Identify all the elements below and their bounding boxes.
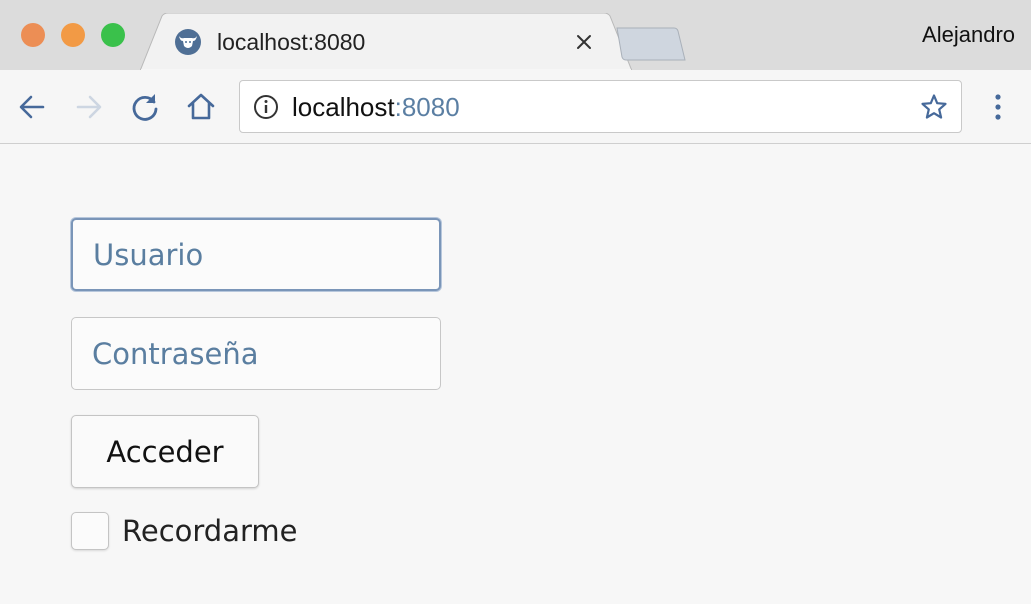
window-zoom-button[interactable] (101, 23, 125, 47)
password-input[interactable] (71, 317, 441, 390)
remember-me-checkbox[interactable] (71, 512, 109, 550)
arrow-right-icon (76, 95, 102, 119)
url-host: localhost (292, 92, 395, 122)
login-button[interactable]: Acceder (71, 415, 259, 488)
window-close-button[interactable] (21, 23, 45, 47)
new-tab-button[interactable] (616, 26, 686, 62)
profile-name[interactable]: Alejandro (922, 21, 1015, 49)
more-vertical-icon (995, 94, 1001, 120)
remember-me-label[interactable]: Recordarme (122, 514, 297, 548)
reload-button[interactable] (127, 89, 163, 125)
page-content: Acceder Recordarme (0, 145, 1031, 604)
close-icon[interactable] (572, 30, 596, 54)
username-input[interactable] (71, 218, 441, 291)
reload-icon (132, 94, 158, 121)
tab-background (140, 13, 632, 71)
browser-menu-button[interactable] (980, 89, 1016, 125)
home-icon (187, 93, 215, 120)
url-text[interactable]: localhost:8080 (292, 92, 460, 122)
tab-localhost[interactable]: localhost:8080 (140, 13, 632, 71)
star-icon[interactable] (920, 93, 948, 121)
info-icon[interactable] (253, 94, 279, 120)
forward-button[interactable] (71, 89, 107, 125)
bull-logo-icon (175, 29, 201, 55)
url-port: :8080 (394, 92, 460, 122)
arrow-left-icon (19, 95, 45, 119)
address-bar[interactable]: localhost:8080 (239, 80, 962, 133)
home-button[interactable] (183, 89, 219, 125)
browser-titlebar: localhost:8080 Alejandro (0, 0, 1031, 71)
remember-me-option[interactable]: Recordarme (71, 511, 297, 551)
window-minimize-button[interactable] (61, 23, 85, 47)
browser-toolbar: localhost:8080 (0, 70, 1031, 144)
back-button[interactable] (14, 89, 50, 125)
tab-title: localhost:8080 (217, 29, 366, 55)
